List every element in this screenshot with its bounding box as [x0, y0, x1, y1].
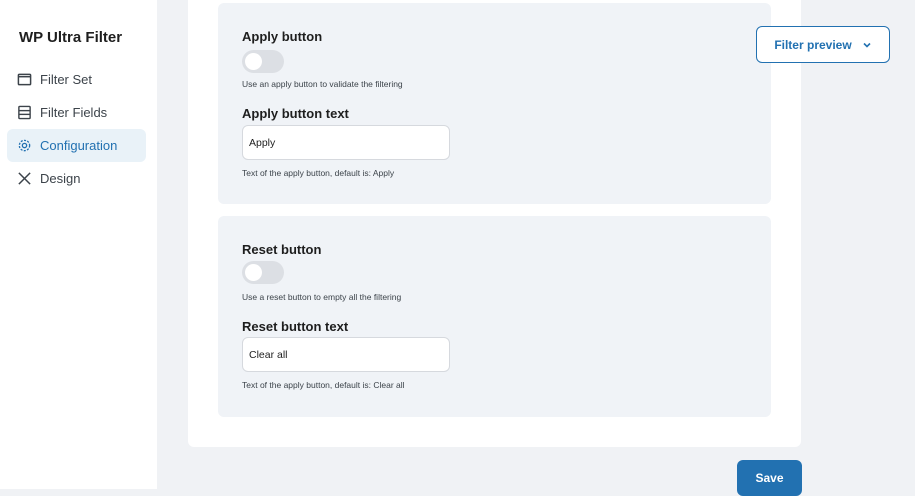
sidebar-nav: Filter Set Filter Fields Configuration D… — [7, 63, 146, 195]
reset-button-help: Use a reset button to empty all the filt… — [242, 292, 402, 302]
sidebar-item-design[interactable]: Design — [7, 162, 146, 195]
reset-text-input[interactable] — [242, 337, 450, 372]
chevron-down-icon — [863, 42, 871, 48]
reset-button-label: Reset button — [242, 242, 322, 257]
apply-button-toggle[interactable] — [242, 50, 284, 73]
reset-button-toggle[interactable] — [242, 261, 284, 284]
gear-icon — [18, 139, 31, 152]
rows-icon — [18, 105, 31, 120]
apply-text-label: Apply button text — [242, 106, 349, 121]
reset-button-panel: Reset button Use a reset button to empty… — [218, 216, 771, 417]
sidebar-item-label: Configuration — [40, 138, 118, 153]
reset-text-label: Reset button text — [242, 319, 349, 334]
save-button[interactable]: Save — [737, 460, 802, 496]
sidebar-item-label: Filter Set — [40, 72, 93, 87]
app-title: WP Ultra Filter — [19, 29, 123, 46]
apply-button-label: Apply button — [242, 29, 323, 44]
window-icon — [17, 73, 32, 86]
apply-text-input[interactable] — [242, 125, 450, 160]
filter-preview-button[interactable]: Filter preview — [756, 26, 890, 63]
sidebar-item-label: Design — [40, 171, 81, 186]
sidebar: WP Ultra Filter Filter Set Filter Fields… — [0, 0, 157, 489]
sidebar-item-filter-set[interactable]: Filter Set — [7, 63, 146, 96]
reset-text-help: Text of the apply button, default is: Cl… — [242, 380, 405, 390]
sidebar-item-configuration[interactable]: Configuration — [7, 129, 146, 162]
apply-button-help: Use an apply button to validate the filt… — [242, 79, 403, 89]
sidebar-item-label: Filter Fields — [40, 105, 108, 120]
apply-button-panel: Apply button Use an apply button to vali… — [218, 3, 771, 204]
design-tools-icon — [18, 172, 31, 185]
apply-text-help: Text of the apply button, default is: Ap… — [242, 168, 395, 178]
filter-preview-label: Filter preview — [774, 37, 852, 52]
sidebar-item-filter-fields[interactable]: Filter Fields — [7, 96, 146, 129]
